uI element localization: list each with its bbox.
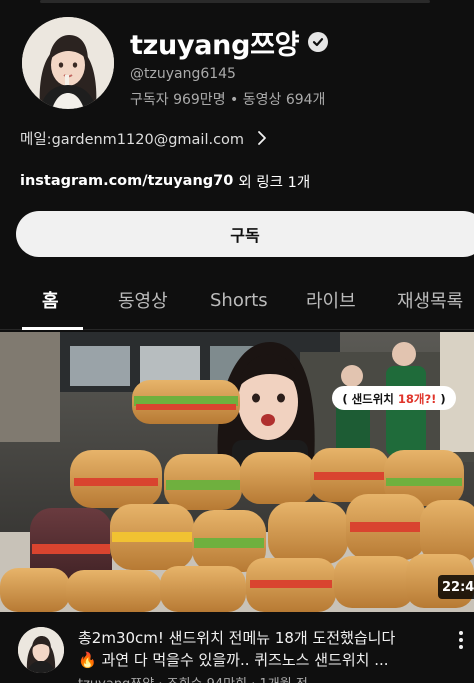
- channel-link-more[interactable]: 외 링크 1개: [238, 171, 310, 192]
- channel-links[interactable]: instagram.com/tzuyang70 외 링크 1개: [20, 170, 310, 192]
- video-meta: tzuyang쯔양 · 조회수 94만회 · 1개월 전: [78, 673, 308, 683]
- tab-shorts[interactable]: Shorts: [210, 270, 268, 330]
- active-tab-indicator: [22, 327, 83, 330]
- subscribe-label: 구독: [230, 228, 260, 245]
- status-strip: [0, 0, 474, 4]
- video-title-line-2: 🔥 과연 다 먹을수 있을까.. 퀴즈노스 샌드위치 ...: [78, 651, 389, 669]
- video-channel-avatar-image: [18, 627, 64, 673]
- channel-avatar[interactable]: [22, 17, 114, 109]
- check-circle-icon: [308, 32, 329, 52]
- tab-playlists[interactable]: 재생목록: [397, 270, 463, 330]
- channel-description-link[interactable]: 메일:gardenm1120@gmail.com: [20, 127, 280, 149]
- thumbnail-caption-suffix: ): [436, 392, 445, 406]
- video-duration: 22:4: [438, 575, 474, 599]
- thumbnail-caption: ( 샌드위치 18개?! ): [342, 392, 445, 406]
- channel-avatar-image: [22, 17, 114, 109]
- status-strip-bar: [40, 0, 430, 3]
- more-vert-icon[interactable]: [452, 629, 470, 651]
- video-title[interactable]: 총2m30cm! 샌드위치 전메뉴 18개 도전했습니다 🔥 과연 다 먹을수 …: [78, 627, 440, 671]
- subscribe-button[interactable]: 구독: [16, 211, 474, 257]
- video-thumbnail-image: ( 샌드위치 18개?! ): [0, 332, 474, 612]
- thumbnail-caption-prefix: ( 샌드위치: [342, 392, 398, 406]
- video-title-line-1: 총2m30cm! 샌드위치 전메뉴 18개 도전했습니다: [78, 629, 396, 647]
- thumbnail-caption-highlight: 18개?!: [398, 392, 437, 406]
- channel-name: tzuyang쯔양: [130, 29, 300, 61]
- channel-tabs: 홈 동영상 Shorts 라이브 재생목록: [0, 270, 474, 330]
- chevron-right-icon: [258, 131, 266, 145]
- video-thumbnail[interactable]: ( 샌드위치 18개?! ): [0, 332, 474, 612]
- tab-live[interactable]: 라이브: [306, 270, 356, 330]
- channel-stats: 구독자 969만명 • 동영상 694개: [130, 92, 326, 108]
- tab-home[interactable]: 홈: [42, 270, 59, 330]
- channel-email: 메일:gardenm1120@gmail.com: [20, 131, 245, 148]
- channel-link-url[interactable]: instagram.com/tzuyang70: [20, 173, 233, 189]
- channel-handle: @tzuyang6145: [130, 66, 236, 82]
- tab-videos[interactable]: 동영상: [118, 270, 168, 330]
- channel-title: tzuyang쯔양: [130, 24, 329, 61]
- video-channel-avatar[interactable]: [18, 627, 64, 673]
